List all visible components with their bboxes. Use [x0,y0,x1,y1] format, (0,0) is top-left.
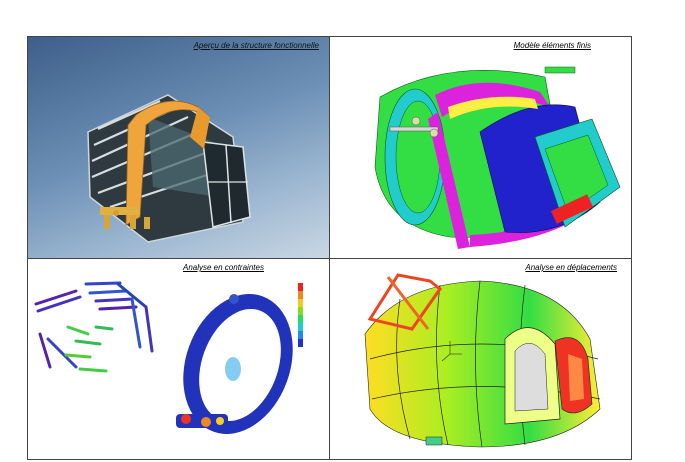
stress-analysis-image [34,281,303,434]
panel-stress-analysis: Analyse en contraintes [28,259,330,459]
panel-caption: Analyse en déplacements [525,263,617,272]
panel-fem-model: Modèle éléments finis [330,37,631,259]
panel-structure-preview: Aperçu de la structure fonctionnelle [28,37,330,259]
fem-model-image [374,66,621,249]
panel-caption: Aperçu de la structure fonctionnelle [193,41,319,50]
stress-color-legend [298,283,303,347]
displacement-analysis-image [364,273,601,448]
panel-caption: Modèle éléments finis [513,41,591,50]
figure-grid: Aperçu de la structure fonctionnelle Mod… [27,36,632,460]
panel-displacement-analysis: Analyse en déplacements [330,259,631,459]
panel-caption: Analyse en contraintes [183,263,264,272]
structure-render-image [87,94,251,243]
